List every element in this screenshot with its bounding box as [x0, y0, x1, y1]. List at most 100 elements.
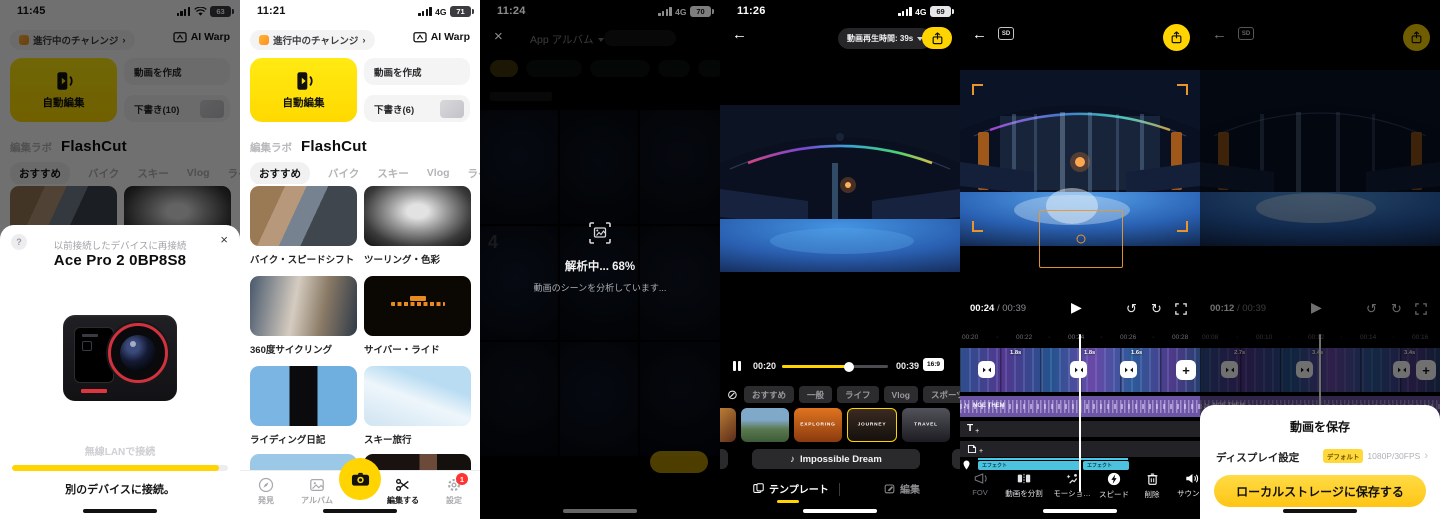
music-pill-partial[interactable] [952, 449, 960, 469]
transition-button[interactable] [978, 361, 995, 378]
export-button[interactable] [922, 27, 952, 49]
playhead[interactable] [1079, 334, 1081, 492]
current-time: 00:20 [753, 361, 776, 371]
tab-riding[interactable]: ライ [468, 166, 480, 181]
effect-icon [962, 459, 971, 471]
camera-image [60, 297, 180, 407]
scissors-icon [395, 477, 411, 493]
display-setting-row[interactable]: ディスプレイ設定 デフォルト 1080P/30FPS › [1216, 449, 1428, 465]
auto-edit-icon [293, 70, 315, 92]
fov-icon [973, 472, 988, 485]
tab-edit[interactable]: 編集 [884, 481, 920, 496]
effect-line [978, 458, 1128, 460]
battery-icon: 69 [930, 6, 951, 17]
device-name: Ace Pro 2 0BP8S8 [0, 252, 240, 269]
drafts-card[interactable]: 下書き(6) [364, 95, 470, 122]
battery-icon: 71 [450, 6, 471, 17]
analyzing-icon [587, 220, 613, 246]
tab-bike[interactable]: バイク [328, 166, 359, 181]
fullscreen-icon[interactable] [1175, 303, 1187, 315]
aspect-ratio-badge[interactable]: 16:9 [923, 358, 944, 371]
reconnect-sheet: ? × 以前接続したデバイスに再接続 Ace Pro 2 0BP8S8 無線LA… [0, 225, 240, 519]
auto-edit-card[interactable]: 自動編集 [250, 58, 357, 122]
chip-general[interactable]: 一般 [799, 386, 832, 403]
tool-split[interactable]: 動画を分割 [998, 472, 1050, 506]
seek-slider[interactable] [782, 365, 888, 368]
back-icon[interactable]: ← [972, 26, 987, 43]
slider-knob[interactable] [844, 362, 854, 372]
transition-button[interactable] [1120, 361, 1137, 378]
connect-progress-bar [12, 465, 228, 471]
audio-track-label: NGE THEM [973, 403, 1005, 409]
template-thumb-exploring[interactable]: EXPLORING [794, 408, 842, 442]
tab-vlog[interactable]: Vlog [427, 167, 450, 179]
nav-album[interactable]: アルバム [295, 477, 339, 506]
redo-icon[interactable]: ↻ [1151, 301, 1162, 317]
tool-speed[interactable]: スピード [1094, 472, 1134, 506]
undo-icon[interactable]: ↺ [1126, 301, 1137, 317]
tool-delete[interactable]: 削除 [1134, 472, 1170, 506]
screen-4-template-preview: 11:26 4G 69 ← 動画再生時間: 39s 00:20 [720, 0, 960, 519]
template-riding-diary[interactable]: ライディング日記 [250, 366, 357, 446]
pause-button[interactable] [733, 361, 741, 371]
tool-motion[interactable]: モーショ… [1050, 472, 1094, 506]
status-icons: 4G 71 [418, 6, 471, 17]
capture-button[interactable] [339, 458, 381, 500]
tool-sound[interactable]: サウンド [1170, 472, 1200, 506]
ai-warp-button[interactable]: AI Warp [413, 31, 470, 43]
export-button[interactable] [1163, 24, 1190, 51]
video-preview[interactable] [960, 70, 1200, 246]
gear-icon-wrap: 1 [446, 477, 462, 493]
template-thumb-mountain[interactable] [741, 408, 789, 442]
reconnect-label: 以前接続したデバイスに再接続 [0, 238, 240, 252]
effect-clip[interactable]: エフェクト [978, 461, 1080, 470]
lab-heading: 編集ラボFlashCut [250, 138, 367, 155]
camera-icon [351, 471, 370, 487]
screen-2-home: 11:21 4G 71 進行中のチャレンジ› AI Warp 自動編集 動画を作… [240, 0, 480, 519]
tab-template[interactable]: テンプレート [753, 481, 829, 496]
speaker-icon [1185, 472, 1199, 485]
create-video-card[interactable]: 動画を作成 [364, 58, 470, 85]
challenge-pill[interactable]: 進行中のチャレンジ› [250, 30, 375, 50]
play-button[interactable]: ▶ [1071, 299, 1082, 316]
template-cyber-ride[interactable]: サイバー・ライド [364, 276, 471, 356]
analyzing-subtitle: 動画のシーンを分析しています... [480, 281, 720, 294]
save-local-button[interactable]: ローカルストレージに保存する [1214, 475, 1426, 507]
nav-settings[interactable]: 1 設定 [432, 477, 476, 506]
template-thumb-travel[interactable]: TRAVEL [902, 408, 950, 442]
network-label: 4G [915, 7, 926, 17]
chip-life[interactable]: ライフ [837, 386, 879, 403]
template-thumb-journey-selected[interactable]: JOURNEY [847, 408, 897, 442]
chip-recommended[interactable]: おすすめ [744, 386, 794, 403]
connect-other-device-button[interactable]: 別のデバイスに接続。 [0, 481, 240, 497]
home-indicator [803, 509, 877, 513]
template-bike-speedshift[interactable]: バイク・スピードシフト [250, 186, 357, 266]
screen-6-save-video: ← SD 00:12 / 00:39 ▶ ↺ ↻ 00:08 · 00:10 ·… [1200, 0, 1440, 519]
nav-edit[interactable]: 編集する [381, 477, 425, 506]
home-indicator [323, 509, 397, 513]
template-thumb-partial[interactable] [720, 408, 736, 442]
music-pill[interactable]: ♪Impossible Dream [752, 449, 920, 469]
video-frame [720, 105, 960, 272]
tab-ski[interactable]: スキー [377, 166, 409, 181]
duration-selector[interactable]: 動画再生時間: 39s [838, 28, 932, 49]
template-ski-trip[interactable]: スキー旅行 [364, 366, 471, 446]
template-touring-color[interactable]: ツーリング・色彩 [364, 186, 471, 266]
next-button-dimmed[interactable] [650, 451, 708, 473]
add-clip-button[interactable]: + [1176, 360, 1196, 380]
tab-recommended[interactable]: おすすめ [250, 162, 310, 184]
status-icons: 4G 69 [898, 6, 951, 17]
chip-sports[interactable]: スポーツ [923, 386, 960, 403]
signal-icon [418, 7, 431, 17]
sticker-icon [967, 444, 977, 454]
tool-fov[interactable]: FOV [962, 472, 998, 506]
nav-discover[interactable]: 発見 [244, 477, 288, 506]
resolution-value: 1080P/30FPS [1367, 451, 1420, 461]
video-preview[interactable] [720, 105, 960, 272]
chip-vlog[interactable]: Vlog [884, 386, 918, 403]
music-pill-partial[interactable] [720, 449, 728, 469]
no-template-icon[interactable]: ⊘ [727, 386, 738, 403]
template-360-cycling[interactable]: 360度サイクリング [250, 276, 357, 356]
effect-clip[interactable]: エフェクト [1083, 461, 1129, 470]
back-icon[interactable]: ← [732, 26, 747, 43]
